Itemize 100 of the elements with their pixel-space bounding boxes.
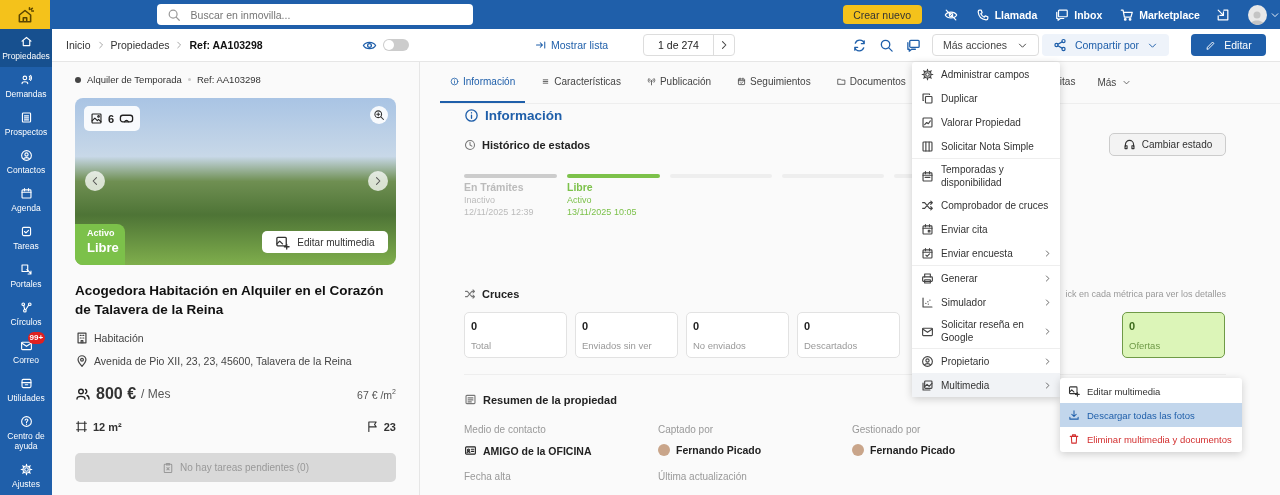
menu-item[interactable]: Generar bbox=[912, 266, 1060, 290]
field-value: AMIGO de la OFICINA bbox=[483, 444, 592, 457]
state-status: Activo bbox=[567, 195, 593, 205]
menu-item[interactable]: Multimedia bbox=[912, 373, 1060, 397]
menu-item[interactable]: Temporadas y disponibilidad bbox=[912, 159, 1060, 193]
list-lines-icon bbox=[541, 77, 551, 86]
sidebar-item[interactable]: Contactos bbox=[0, 143, 52, 181]
property-type: Habitación bbox=[94, 332, 144, 344]
topbar-action[interactable]: Marketplace bbox=[1120, 7, 1200, 22]
info-icon bbox=[450, 77, 459, 86]
sidebar-item[interactable]: Utilidades bbox=[0, 371, 52, 409]
metric-card[interactable]: 0 No enviados bbox=[686, 312, 789, 358]
edit-button[interactable]: Editar bbox=[1191, 34, 1266, 56]
arrow-box-icon[interactable] bbox=[1215, 7, 1230, 22]
user-avatar[interactable] bbox=[1247, 4, 1267, 25]
create-new-button[interactable]: Crear nuevo bbox=[842, 5, 922, 24]
sidebar-item[interactable]: 99+ Correo bbox=[0, 333, 52, 371]
menu-item[interactable]: Solicitar Nota Simple bbox=[912, 134, 1060, 158]
search-icon[interactable] bbox=[879, 37, 894, 53]
chevron-right-icon bbox=[1043, 380, 1052, 390]
topbar-action[interactable]: Inbox bbox=[1055, 7, 1103, 22]
field-label: Medio de contacto bbox=[464, 424, 547, 435]
avatar-placeholder bbox=[658, 444, 670, 456]
share-icon bbox=[1052, 38, 1067, 52]
metric-card[interactable]: 0 Ofertas bbox=[1122, 312, 1225, 358]
next-photo-button[interactable] bbox=[368, 171, 388, 191]
sidebar-item[interactable]: Prospectos bbox=[0, 105, 52, 143]
menu-item[interactable]: Enviar encuesta bbox=[912, 241, 1060, 265]
menu-item[interactable]: Comprobador de cruces bbox=[912, 193, 1060, 217]
previous-photo-button[interactable] bbox=[85, 171, 105, 191]
window-pointer-icon bbox=[19, 262, 33, 276]
preview-toggle[interactable] bbox=[383, 39, 409, 51]
sidebar-item[interactable]: Propiedades bbox=[0, 29, 52, 67]
menu-item[interactable]: Simulador bbox=[912, 290, 1060, 314]
submenu-item[interactable]: Descargar todas las fotos bbox=[1060, 403, 1242, 427]
eye-off-icon[interactable] bbox=[943, 7, 958, 22]
refresh-icon[interactable] bbox=[852, 37, 867, 53]
sidebar-item[interactable]: Ajustes bbox=[0, 457, 52, 495]
image-icon bbox=[90, 112, 103, 125]
tab[interactable]: Publicación bbox=[636, 62, 722, 103]
image-plus-icon bbox=[275, 234, 291, 250]
tab[interactable]: Información bbox=[440, 62, 526, 103]
printer-icon bbox=[921, 271, 934, 285]
gear-icon bbox=[19, 462, 33, 476]
matches-hint: ick en cada métrica para ver los detalles bbox=[1065, 289, 1226, 299]
arrow-to-bar-icon bbox=[535, 39, 547, 51]
show-list-link[interactable]: Mostrar lista bbox=[535, 39, 628, 51]
chat-icon[interactable] bbox=[906, 37, 921, 53]
more-actions-button[interactable]: Más acciones bbox=[932, 34, 1039, 56]
trash-icon bbox=[1068, 433, 1080, 445]
search-icon bbox=[166, 7, 181, 22]
sidebar-item[interactable]: Portales bbox=[0, 257, 52, 295]
metric-card[interactable]: 0 Descartados bbox=[797, 312, 900, 358]
menu-item[interactable]: Propietario bbox=[912, 349, 1060, 373]
crop-square-icon bbox=[75, 420, 88, 433]
chevron-right-icon bbox=[1043, 326, 1052, 336]
breadcrumb-link[interactable]: Ref: AA103298 bbox=[189, 39, 263, 51]
zoom-button[interactable] bbox=[370, 106, 388, 124]
flag-icon bbox=[365, 420, 379, 433]
zoom-in-icon bbox=[373, 109, 385, 121]
list-box-icon bbox=[19, 110, 33, 124]
chevron-right-icon bbox=[1043, 356, 1052, 366]
submenu-item[interactable]: Editar multimedia bbox=[1060, 379, 1242, 403]
person-signal-icon bbox=[19, 72, 33, 86]
building-icon bbox=[75, 331, 89, 345]
more-tab[interactable]: Más bbox=[1091, 62, 1138, 103]
metric-card[interactable]: 0 Total bbox=[464, 312, 567, 358]
sidebar-item[interactable]: Demandas bbox=[0, 67, 52, 105]
download-icon bbox=[1068, 409, 1080, 421]
archive-icon bbox=[19, 376, 33, 390]
breadcrumb-link[interactable]: Propiedades bbox=[110, 39, 170, 51]
matches-heading: Cruces bbox=[482, 288, 520, 300]
sidebar-item[interactable]: Tareas bbox=[0, 219, 52, 257]
status-badge: Activo Libre bbox=[75, 224, 125, 265]
breadcrumb-link[interactable]: Inicio bbox=[66, 39, 91, 51]
topbar-action[interactable]: Llamada bbox=[975, 7, 1038, 22]
field-label: Captado por bbox=[658, 424, 715, 435]
sidebar-item[interactable]: Centro de ayuda bbox=[0, 409, 52, 457]
edit-media-button[interactable]: Editar multimedia bbox=[262, 231, 388, 253]
tab[interactable]: Características bbox=[531, 62, 631, 103]
menu-item[interactable]: Enviar cita bbox=[912, 217, 1060, 241]
menu-item[interactable]: Solicitar reseña en Google bbox=[912, 314, 1060, 348]
shuffle-icon bbox=[464, 288, 476, 300]
shuffle-icon bbox=[921, 198, 934, 212]
menu-item[interactable]: Valorar Propiedad bbox=[912, 110, 1060, 134]
tab[interactable]: Seguimientos bbox=[727, 62, 821, 103]
price-value: 800 € bbox=[96, 385, 137, 403]
share-button[interactable]: Compartir por bbox=[1042, 34, 1169, 56]
submenu-item[interactable]: Eliminar multimedia y documentos bbox=[1060, 427, 1242, 451]
change-status-button[interactable]: Cambiar estado bbox=[1109, 133, 1226, 156]
state-date: 13/11/2025 10:05 bbox=[567, 207, 638, 217]
doc-lines-icon bbox=[464, 393, 477, 406]
sidebar-item[interactable]: Círculos bbox=[0, 295, 52, 333]
columns-icon bbox=[921, 139, 934, 153]
area-value: 12 m² bbox=[93, 420, 122, 433]
search-field[interactable]: Buscar en inmovilla... bbox=[156, 4, 473, 25]
metric-card[interactable]: 0 Enviados sin ver bbox=[575, 312, 678, 358]
sidebar-item[interactable]: Agenda bbox=[0, 181, 52, 219]
app-logo[interactable] bbox=[0, 0, 50, 29]
chat-icon bbox=[1055, 7, 1070, 22]
